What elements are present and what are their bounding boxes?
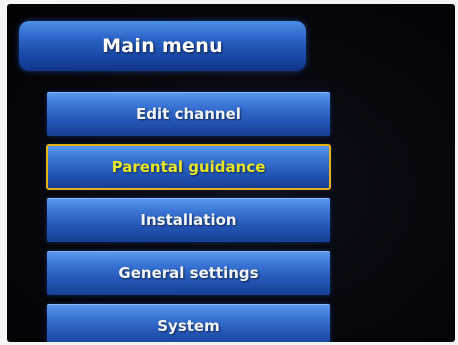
menu-item-label: System <box>157 317 220 335</box>
menu-item-edit-channel[interactable]: Edit channel <box>47 92 330 136</box>
menu-title-bar: Main menu <box>19 21 306 71</box>
menu-title: Main menu <box>102 35 223 57</box>
menu-item-label: Installation <box>140 211 237 229</box>
menu-item-parental-guidance[interactable]: Parental guidance <box>46 144 331 190</box>
main-menu-list: Edit channel Parental guidance Installat… <box>46 92 331 342</box>
menu-item-label: Edit channel <box>136 105 241 123</box>
menu-item-general-settings[interactable]: General settings <box>47 251 330 295</box>
menu-item-label: General settings <box>118 264 259 282</box>
menu-item-system[interactable]: System <box>47 304 330 342</box>
menu-item-installation[interactable]: Installation <box>47 198 330 242</box>
tv-screen: Main menu Edit channel Parental guidance… <box>7 4 455 342</box>
menu-item-label: Parental guidance <box>111 158 266 176</box>
